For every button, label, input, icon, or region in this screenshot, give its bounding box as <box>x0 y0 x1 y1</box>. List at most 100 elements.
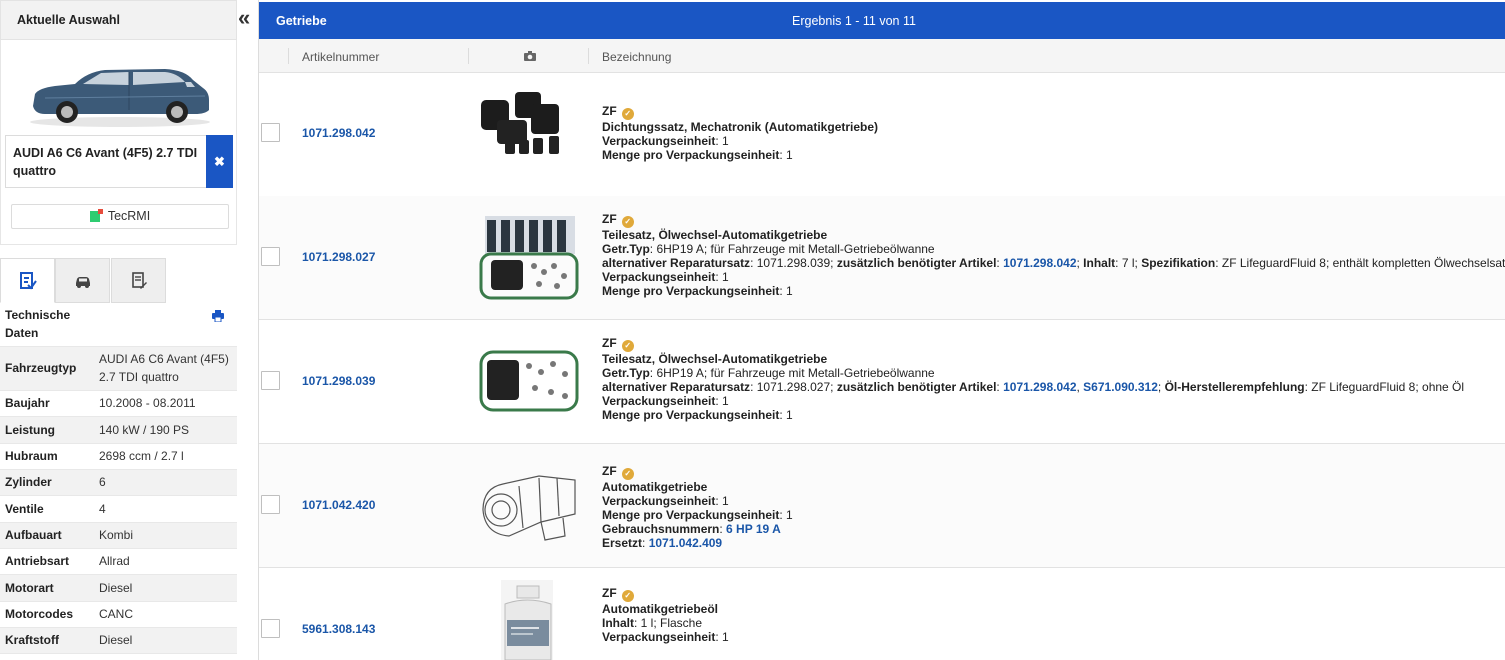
attr-value: 1 l; Flasche <box>640 616 703 630</box>
replaced-article-link[interactable]: 1071.042.409 <box>649 536 722 550</box>
verified-badge-icon: ✓ <box>621 216 634 228</box>
vehicle-tabs <box>0 258 237 303</box>
technical-data-table: Technische Daten Fahrzeugtyp AUDI A6 C6 A… <box>0 303 237 654</box>
spec-key: Motorcodes <box>0 601 94 628</box>
main-panel: Getriebe Ergebnis 1 - 11 von 11 Artikeln… <box>258 0 1505 660</box>
spec-row: Ventile 4 <box>0 495 237 523</box>
spec-value: Diesel <box>94 574 237 602</box>
article-link[interactable]: 1071.298.042 <box>1003 256 1076 270</box>
attr-label: Verpackungseinheit <box>602 134 716 148</box>
article-number-link[interactable]: 5961.308.143 <box>302 622 375 636</box>
spec-row: Antriebsart Allrad <box>0 548 237 575</box>
article-link[interactable]: 1071.298.042 <box>1003 380 1076 394</box>
document-edit-icon <box>132 272 147 289</box>
article-number-link[interactable]: 1071.298.042 <box>302 126 375 140</box>
brand-name: ZF <box>602 212 617 226</box>
attr-label: Verpackungseinheit <box>602 494 716 508</box>
spec-key: Motorart <box>0 574 94 602</box>
attr-value: 1 <box>786 284 793 298</box>
product-image[interactable] <box>479 90 579 176</box>
table-row: 5961.308.143 ZF ✓ Automatikgetriebeöl Inh… <box>259 568 1505 660</box>
car-icon <box>76 277 90 288</box>
spec-value: Kombi <box>94 522 237 549</box>
attr-label: Getr.Typ <box>602 366 650 380</box>
row-checkbox[interactable] <box>261 123 280 142</box>
brand-name: ZF <box>602 464 617 478</box>
row-checkbox[interactable] <box>261 247 280 266</box>
collapse-panel-icon[interactable]: « <box>238 7 256 29</box>
attr-label: Gebrauchsnummern <box>602 522 720 536</box>
tab-vehicle[interactable] <box>55 258 110 303</box>
row-checkbox[interactable] <box>261 371 280 390</box>
column-bezeichnung[interactable]: Bezeichnung <box>602 50 671 64</box>
tecrmi-button[interactable]: TecRMI <box>11 204 229 229</box>
spec-row: Hubraum 2698 ccm / 2.7 l <box>0 443 237 470</box>
attr-value: 1 <box>722 494 729 508</box>
article-description: ZF ✓ Automatikgetriebe Verpackungseinheit… <box>602 464 793 550</box>
attr-label: alternativer Reparatursatz <box>602 380 751 394</box>
attr-label: Menge pro Verpackungseinheit <box>602 148 780 162</box>
attr-label: alternativer Reparatursatz <box>602 256 751 270</box>
product-image[interactable] <box>479 214 579 300</box>
attr-value: 1071.298.027; <box>756 380 834 394</box>
attr-label: Ersetzt <box>602 536 643 550</box>
article-name: Teilesatz, Ölwechsel-Automatikgetriebe <box>602 352 828 366</box>
selection-header: Aktuelle Auswahl <box>0 0 237 40</box>
spec-key: Zylinder <box>0 469 94 496</box>
attr-value: 1 <box>786 508 793 522</box>
attr-label: Spezifikation <box>1141 256 1216 270</box>
article-number-link[interactable]: 1071.042.420 <box>302 498 375 512</box>
column-header: Artikelnummer Bezeichnung <box>259 39 1505 73</box>
article-link[interactable]: S671.090.312 <box>1083 380 1158 394</box>
attr-label: Öl-Herstellerempfehlung <box>1164 380 1305 394</box>
attr-value: ZF LifeguardFluid 8; enthält kompletten … <box>1221 256 1505 270</box>
attr-label: zusätzlich benötigter Artikel <box>836 380 997 394</box>
spec-value: 6 <box>94 469 237 496</box>
attr-value: 6HP19 A; für Fahrzeuge mit Metall-Getrie… <box>656 366 935 380</box>
result-bar: Getriebe Ergebnis 1 - 11 von 11 <box>259 2 1505 39</box>
brand-name: ZF <box>602 104 617 118</box>
spec-key: Fahrzeugtyp <box>0 346 94 391</box>
remove-vehicle-button[interactable]: ✖ <box>206 135 233 188</box>
article-name: Automatikgetriebe <box>602 480 708 494</box>
brand-name: ZF <box>602 586 617 600</box>
spec-value: 2698 ccm / 2.7 l <box>94 443 237 470</box>
article-number-link[interactable]: 1071.298.027 <box>302 250 375 264</box>
spec-row: Kraftstoff Diesel <box>0 627 237 654</box>
spec-row: Aufbauart Kombi <box>0 522 237 549</box>
article-number-link[interactable]: 1071.298.039 <box>302 374 375 388</box>
row-checkbox[interactable] <box>261 619 280 638</box>
article-name: Automatikgetriebeöl <box>602 602 719 616</box>
attr-label: Verpackungseinheit <box>602 394 716 408</box>
verified-badge-icon: ✓ <box>621 108 634 120</box>
attr-value: 7 l; <box>1121 256 1138 270</box>
attr-label: zusätzlich benötigter Artikel <box>836 256 997 270</box>
usage-number-link[interactable]: 6 HP 19 A <box>726 522 781 536</box>
attr-label: Verpackungseinheit <box>602 270 716 284</box>
spec-row: Motorart Diesel <box>0 574 237 602</box>
row-checkbox[interactable] <box>261 495 280 514</box>
spec-key: Leistung <box>0 416 94 444</box>
vehicle-image <box>30 69 210 127</box>
product-image[interactable] <box>479 466 579 552</box>
verified-badge-icon: ✓ <box>621 340 634 352</box>
attr-value: 1 <box>722 394 729 408</box>
print-icon[interactable] <box>212 310 224 322</box>
product-image[interactable] <box>479 580 579 660</box>
vehicle-box: AUDI A6 C6 Avant (4F5) 2.7 TDI quattro ✖… <box>0 40 237 245</box>
attr-value: 1 <box>722 134 729 148</box>
spec-key: Antriebsart <box>0 548 94 575</box>
article-name: Dichtungssatz, Mechatronik (Automatikget… <box>602 120 879 134</box>
article-description: ZF ✓ Teilesatz, Ölwechsel-Automatikgetrie… <box>602 212 1505 298</box>
table-row: 1071.298.039 ZF ✓ Teilesatz, Ölwechsel-Au… <box>259 320 1505 444</box>
technical-data-title: Technische Daten <box>0 303 237 347</box>
spec-value: 140 kW / 190 PS <box>94 416 237 444</box>
column-artikelnummer[interactable]: Artikelnummer <box>302 50 379 64</box>
attr-label: Menge pro Verpackungseinheit <box>602 408 780 422</box>
tab-documents[interactable] <box>111 258 166 303</box>
spec-key: Kraftstoff <box>0 627 94 654</box>
spec-key: Ventile <box>0 495 94 523</box>
product-image[interactable] <box>479 338 579 424</box>
tab-vehicle-data[interactable] <box>0 258 55 303</box>
attr-value: 1 <box>786 148 793 162</box>
